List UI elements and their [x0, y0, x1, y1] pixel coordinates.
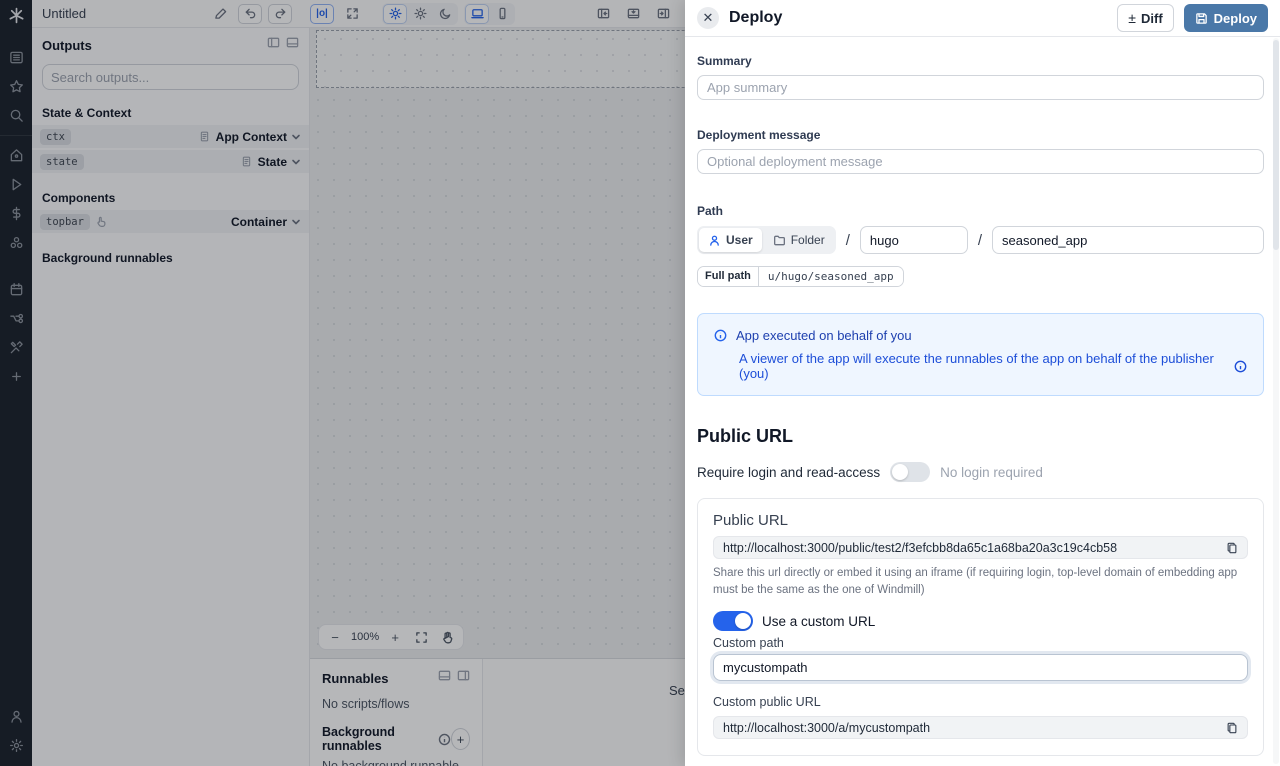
custom-url-toggle[interactable]	[713, 611, 753, 631]
owner-folder-segment[interactable]: Folder	[764, 228, 834, 252]
custom-url-row: Use a custom URL	[713, 611, 1248, 631]
plus-minus-diff-icon: ±	[1128, 10, 1136, 26]
folder-icon	[773, 234, 786, 247]
require-login-label: Require login and read-access	[697, 465, 880, 480]
path-slash: /	[846, 232, 850, 249]
behalf-info-box: App executed on behalf of you A viewer o…	[697, 313, 1264, 396]
close-icon[interactable]: ✕	[697, 7, 719, 29]
custom-public-url-box: http://localhost:3000/a/mycustompath	[713, 716, 1248, 739]
require-login-row: Require login and read-access No login r…	[697, 462, 1264, 482]
deployment-message-input[interactable]	[697, 149, 1264, 174]
path-slash: /	[978, 232, 982, 249]
custom-path-input[interactable]	[713, 654, 1248, 681]
share-hint: Share this url directly or embed it usin…	[713, 565, 1248, 598]
info-circle-icon	[714, 329, 727, 342]
modal-overlay[interactable]	[0, 0, 685, 766]
diff-button[interactable]: ± Diff	[1117, 4, 1173, 32]
drawer-header: ✕ Deploy ± Diff Deploy	[685, 0, 1280, 37]
summary-input[interactable]	[697, 75, 1264, 100]
owner-user-segment[interactable]: User	[699, 228, 762, 252]
require-login-toggle[interactable]	[890, 462, 930, 482]
custom-public-url-label: Custom public URL	[713, 695, 1248, 709]
save-floppy-icon	[1195, 12, 1208, 25]
drawer-body: Summary Deployment message Path User Fol…	[685, 37, 1280, 766]
full-path-value: u/hugo/seasoned_app	[759, 267, 903, 286]
public-url-card: Public URL http://localhost:3000/public/…	[697, 498, 1264, 756]
public-url-box: http://localhost:3000/public/test2/f3efc…	[713, 536, 1248, 559]
deploy-drawer: ✕ Deploy ± Diff Deploy Summary Deploymen…	[685, 0, 1280, 766]
behalf-info-text: A viewer of the app will execute the run…	[739, 351, 1228, 381]
public-url-label: Public URL	[713, 512, 1248, 529]
full-path-label: Full path	[698, 267, 759, 286]
path-row: User Folder / /	[697, 226, 1264, 254]
public-url-value: http://localhost:3000/public/test2/f3efc…	[723, 541, 1226, 555]
clipboard-icon[interactable]	[1226, 542, 1238, 554]
deployment-message-label: Deployment message	[697, 128, 1264, 142]
path-label: Path	[697, 204, 1264, 218]
path-owner-input[interactable]	[860, 226, 968, 254]
custom-url-toggle-label: Use a custom URL	[762, 614, 875, 629]
full-path-pill: Full path u/hugo/seasoned_app	[697, 266, 904, 287]
drawer-title: Deploy	[729, 9, 1107, 27]
deploy-button[interactable]: Deploy	[1184, 4, 1268, 32]
drawer-scrollbar-thumb[interactable]	[1273, 40, 1279, 250]
behalf-info-title: App executed on behalf of you	[736, 328, 912, 343]
clipboard-icon[interactable]	[1226, 722, 1238, 734]
user-small-icon	[708, 234, 721, 247]
owner-kind-toggle: User Folder	[697, 226, 836, 254]
public-url-heading: Public URL	[697, 426, 1264, 447]
custom-path-label: Custom path	[713, 636, 1248, 650]
custom-public-url-value: http://localhost:3000/a/mycustompath	[723, 721, 1226, 735]
app-screen: Untitled |o|	[0, 0, 1280, 766]
info-circle-icon[interactable]	[1234, 360, 1247, 373]
path-name-input[interactable]	[992, 226, 1264, 254]
summary-label: Summary	[697, 54, 1264, 68]
no-login-label: No login required	[940, 465, 1043, 480]
